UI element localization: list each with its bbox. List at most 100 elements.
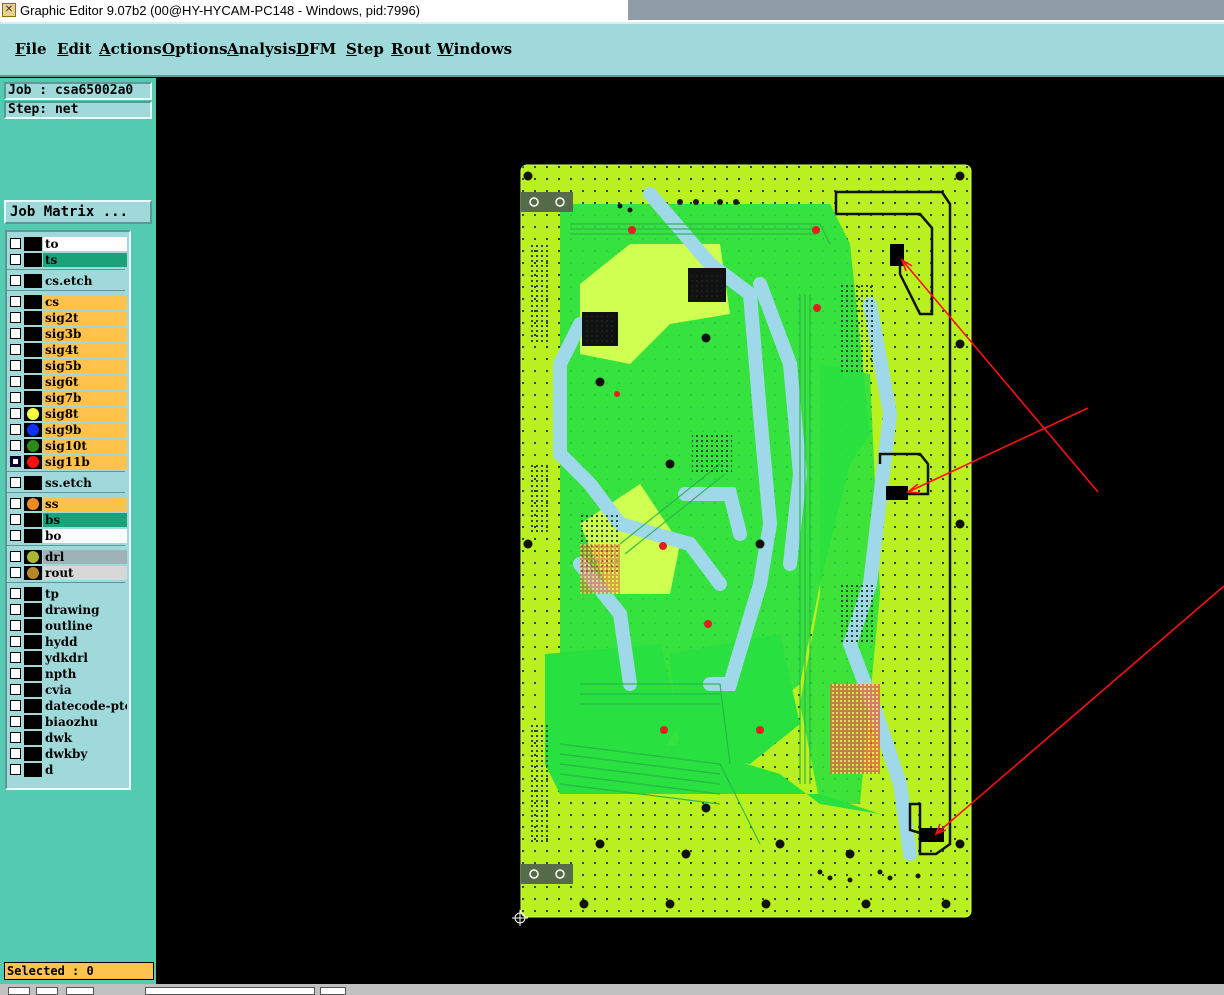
layer-color-swatch[interactable] (24, 651, 42, 665)
layer-row-drawing[interactable]: drawing (9, 603, 127, 617)
layer-checkbox[interactable] (10, 477, 21, 488)
layer-checkbox[interactable] (10, 328, 21, 339)
layer-color-swatch[interactable] (24, 375, 42, 389)
layer-row-ts[interactable]: ts (9, 253, 127, 267)
layer-checkbox[interactable] (10, 408, 21, 419)
layer-name[interactable]: drl (43, 550, 127, 564)
layer-checkbox[interactable] (10, 700, 21, 711)
layer-color-swatch[interactable] (24, 747, 42, 761)
layer-row-biaozhu[interactable]: biaozhu (9, 715, 127, 729)
layer-row-sig5b[interactable]: sig5b (9, 359, 127, 373)
layer-name[interactable]: sig4t (43, 343, 127, 357)
layer-checkbox[interactable] (10, 652, 21, 663)
layer-name[interactable]: d (43, 763, 127, 777)
layer-checkbox[interactable] (10, 668, 21, 679)
layer-name[interactable]: sig11b (43, 455, 127, 469)
layer-row-bs[interactable]: bs (9, 513, 127, 527)
layer-color-swatch[interactable] (24, 237, 42, 251)
layer-name[interactable]: sig10t (43, 439, 127, 453)
layer-color-swatch[interactable] (24, 253, 42, 267)
layer-name[interactable]: npth (43, 667, 127, 681)
layer-name[interactable]: sig2t (43, 311, 127, 325)
layer-row-ss[interactable]: ss (9, 497, 127, 511)
menu-rout[interactable]: Rout (391, 40, 431, 58)
layer-name[interactable]: drawing (43, 603, 127, 617)
layer-checkbox[interactable] (10, 514, 21, 525)
layer-name[interactable]: sig3b (43, 327, 127, 341)
layer-color-swatch[interactable] (24, 635, 42, 649)
layer-row-sig3b[interactable]: sig3b (9, 327, 127, 341)
layer-name[interactable]: sig9b (43, 423, 127, 437)
layer-color-swatch[interactable] (24, 327, 42, 341)
layer-name[interactable]: sig7b (43, 391, 127, 405)
layer-row-dwk[interactable]: dwk (9, 731, 127, 745)
layer-checkbox[interactable] (10, 764, 21, 775)
menu-file[interactable]: File (15, 40, 47, 58)
layer-name[interactable]: datecode-ptc (43, 699, 127, 713)
menu-step[interactable]: Step (346, 40, 384, 58)
layer-checkbox[interactable] (10, 498, 21, 509)
menu-actions[interactable]: Actions (99, 40, 162, 58)
layer-color-swatch[interactable] (24, 513, 42, 527)
job-matrix-button[interactable]: Job Matrix ... (4, 200, 152, 224)
menu-options[interactable]: Options (162, 40, 228, 58)
layer-checkbox[interactable] (10, 440, 21, 451)
layer-color-swatch[interactable] (24, 731, 42, 745)
layer-row-sig6t[interactable]: sig6t (9, 375, 127, 389)
layer-row-npth[interactable]: npth (9, 667, 127, 681)
layer-row-to[interactable]: to (9, 237, 127, 251)
layer-row-cs.etch[interactable]: cs.etch (9, 274, 127, 288)
layer-name[interactable]: sig6t (43, 375, 127, 389)
menu-windows[interactable]: Windows (437, 40, 512, 58)
bottom-button-3[interactable] (66, 987, 94, 995)
layer-checkbox[interactable] (10, 360, 21, 371)
bottom-button-1[interactable] (8, 987, 30, 995)
layer-name[interactable]: cs.etch (43, 274, 127, 288)
layer-color-swatch[interactable] (24, 476, 42, 490)
layer-color-swatch[interactable] (24, 343, 42, 357)
layer-checkbox[interactable] (10, 684, 21, 695)
layer-checkbox[interactable] (10, 636, 21, 647)
layer-row-sig2t[interactable]: sig2t (9, 311, 127, 325)
layer-name[interactable]: to (43, 237, 127, 251)
layer-color-swatch[interactable] (24, 667, 42, 681)
layer-row-ydkdrl[interactable]: ydkdrl (9, 651, 127, 665)
layer-row-sig8t[interactable]: sig8t (9, 407, 127, 421)
layer-color-swatch[interactable] (24, 699, 42, 713)
layer-checkbox[interactable] (10, 716, 21, 727)
layer-checkbox[interactable] (10, 588, 21, 599)
layer-checkbox[interactable] (10, 254, 21, 265)
layer-name[interactable]: tp (43, 587, 127, 601)
layer-name[interactable]: ts (43, 253, 127, 267)
layer-row-drl[interactable]: drl (9, 550, 127, 564)
layer-checkbox[interactable] (10, 312, 21, 323)
layer-row-cs[interactable]: cs (9, 295, 127, 309)
layer-color-swatch[interactable] (24, 359, 42, 373)
layer-color-swatch[interactable] (24, 763, 42, 777)
layer-name[interactable]: ss (43, 497, 127, 511)
bottom-button-4[interactable] (320, 987, 346, 995)
layer-name[interactable]: bo (43, 529, 127, 543)
layer-checkbox[interactable] (10, 748, 21, 759)
layer-row-tp[interactable]: tp (9, 587, 127, 601)
layer-row-hydd[interactable]: hydd (9, 635, 127, 649)
layer-name[interactable]: bs (43, 513, 127, 527)
layer-name[interactable]: rout (43, 566, 127, 580)
layer-checkbox[interactable] (10, 530, 21, 541)
layer-checkbox[interactable] (10, 275, 21, 286)
layer-row-sig11b[interactable]: sig11b (9, 455, 127, 469)
menu-edit[interactable]: Edit (57, 40, 92, 58)
layer-name[interactable]: sig8t (43, 407, 127, 421)
layer-color-swatch[interactable] (24, 274, 42, 288)
menu-analysis[interactable]: Analysis (227, 40, 296, 58)
layer-color-swatch[interactable] (24, 683, 42, 697)
layer-row-outline[interactable]: outline (9, 619, 127, 633)
layer-checkbox[interactable] (10, 296, 21, 307)
layer-color-swatch[interactable] (24, 311, 42, 325)
layer-checkbox[interactable] (10, 238, 21, 249)
layer-row-ss.etch[interactable]: ss.etch (9, 476, 127, 490)
layer-row-bo[interactable]: bo (9, 529, 127, 543)
layer-checkbox[interactable] (10, 732, 21, 743)
layer-color-swatch[interactable] (24, 619, 42, 633)
command-input[interactable] (145, 987, 315, 995)
